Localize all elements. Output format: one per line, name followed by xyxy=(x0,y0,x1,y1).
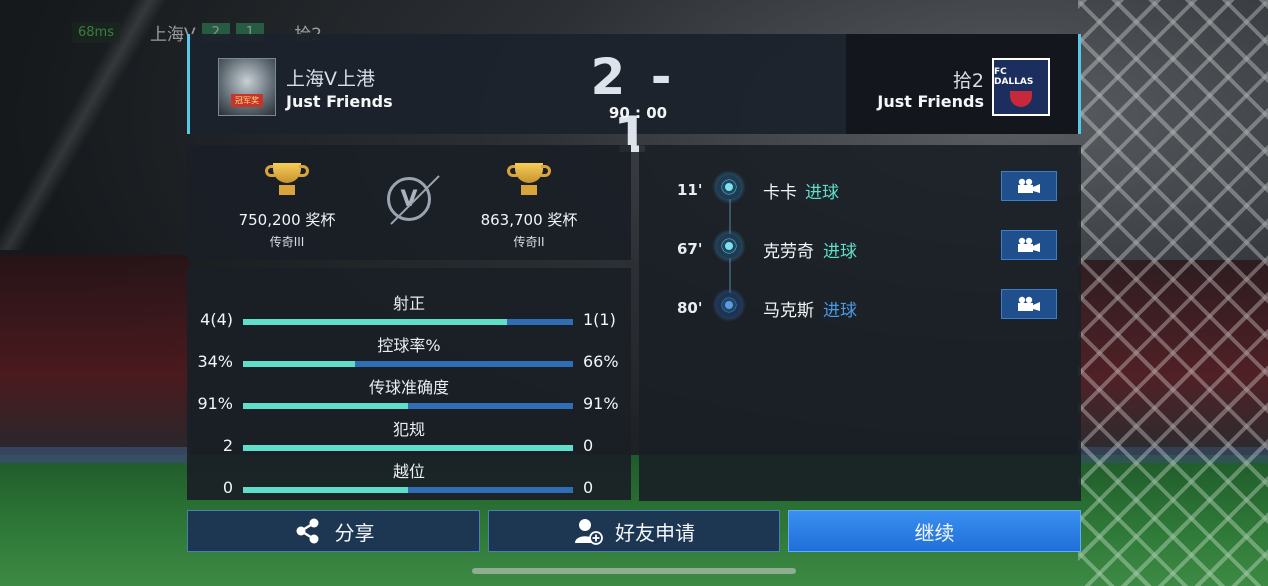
versus-icon: V xyxy=(387,177,431,221)
goal-ball-icon xyxy=(712,288,746,322)
stat-away-value: 66% xyxy=(583,352,619,371)
away-team-block: 拾2 Just Friends FC DALLAS xyxy=(846,34,1078,134)
stat-away-value: 1(1) xyxy=(583,310,616,329)
stat-row: 射正 4(4) 1(1) xyxy=(187,290,631,330)
friend-request-button[interactable]: 好友申请 xyxy=(488,510,780,552)
stat-bar xyxy=(243,361,573,367)
match-time: 90 : 00 xyxy=(608,104,668,122)
stat-row: 越位 0 0 xyxy=(187,458,631,498)
stat-away-value: 0 xyxy=(583,436,594,455)
add-friend-icon xyxy=(573,516,603,546)
event-type: 进球 xyxy=(805,183,839,203)
replay-video-button[interactable] xyxy=(1001,230,1057,260)
away-logo-text: FC DALLAS xyxy=(994,67,1034,87)
stat-bar-home-fill xyxy=(243,445,573,451)
background-goal-net xyxy=(1078,0,1268,586)
continue-button-label: 继续 xyxy=(914,520,955,545)
stat-row: 传球准确度 91% 91% xyxy=(187,374,631,414)
background-stands-left xyxy=(0,255,190,455)
ping-indicator: 68ms xyxy=(72,21,120,43)
away-rank: 传奇II xyxy=(513,235,545,249)
stat-label: 越位 xyxy=(392,462,425,481)
home-rank: 传奇III xyxy=(269,235,305,249)
match-events-panel: 11' 卡卡 进球 67' 克劳奇 进球 80' 马克斯 进球 xyxy=(639,145,1081,501)
stat-bar-home-fill xyxy=(243,403,408,409)
home-logo-badge: 冠军奖 xyxy=(231,94,263,107)
share-button[interactable]: 分享 xyxy=(187,510,480,552)
stat-row: 犯规 2 0 xyxy=(187,416,631,456)
home-trophy-count: 750,200 奖杯 xyxy=(238,211,336,229)
continue-button[interactable]: 继续 xyxy=(788,510,1081,552)
stat-label: 射正 xyxy=(392,294,425,313)
stat-label: 控球率% xyxy=(377,336,441,355)
video-camera-icon xyxy=(1018,296,1040,311)
away-trophy-count: 863,700 奖杯 xyxy=(480,211,578,229)
event-player: 马克斯 xyxy=(763,301,814,321)
stat-bar xyxy=(243,445,573,451)
trophy-icon xyxy=(265,163,309,197)
event-player: 克劳奇 xyxy=(763,242,814,262)
home-team-logo: 冠军奖 xyxy=(218,58,276,116)
stat-home-value: 91% xyxy=(197,394,233,413)
goal-ball-icon xyxy=(712,229,746,263)
stat-row: 控球率% 34% 66% xyxy=(187,332,631,372)
match-stats-panel: 射正 4(4) 1(1) 控球率% 34% 66% 传球准确度 91% 91% … xyxy=(187,268,631,500)
home-team-name: 上海V上港 xyxy=(286,68,375,90)
trophy-icon xyxy=(507,163,551,197)
share-icon xyxy=(293,516,323,546)
stat-home-value: 2 xyxy=(222,436,233,455)
event-row: 67' 克劳奇 进球 xyxy=(639,228,1081,268)
video-camera-icon xyxy=(1018,237,1040,252)
share-button-label: 分享 xyxy=(334,520,375,545)
stat-home-value: 34% xyxy=(197,352,233,371)
replay-video-button[interactable] xyxy=(1001,289,1057,319)
stat-bar xyxy=(243,487,573,493)
event-minute: 11' xyxy=(677,181,703,199)
event-minute: 67' xyxy=(677,240,703,258)
home-indicator-bar[interactable] xyxy=(472,568,796,574)
event-type: 进球 xyxy=(823,301,857,321)
background-ad-board-left xyxy=(0,447,190,463)
stat-home-value: 0 xyxy=(222,478,233,497)
goal-ball-icon xyxy=(712,170,746,204)
event-type: 进球 xyxy=(823,242,857,262)
stat-home-value: 4(4) xyxy=(200,310,233,329)
away-logo-shield xyxy=(1010,91,1032,107)
event-row: 80' 马克斯 进球 xyxy=(639,287,1081,327)
match-header: 冠军奖 上海V上港 Just Friends 2 - 1 90 : 00 拾2 … xyxy=(187,34,1081,164)
stat-away-value: 91% xyxy=(583,394,619,413)
stat-bar-home-fill xyxy=(243,487,408,493)
stat-bar xyxy=(243,403,573,409)
stat-label: 传球准确度 xyxy=(368,378,449,397)
home-team-subtitle: Just Friends xyxy=(286,92,393,111)
away-team-subtitle: Just Friends xyxy=(877,92,984,111)
trophy-panel: 750,200 奖杯 传奇III V 863,700 奖杯 传奇II xyxy=(187,145,631,260)
stat-bar xyxy=(243,319,573,325)
away-team-name: 拾2 xyxy=(952,70,984,92)
replay-video-button[interactable] xyxy=(1001,171,1057,201)
away-team-logo: FC DALLAS xyxy=(992,58,1050,116)
stat-bar-home-fill xyxy=(243,361,356,367)
stat-away-value: 0 xyxy=(583,478,594,497)
video-camera-icon xyxy=(1018,178,1040,193)
event-minute: 80' xyxy=(677,299,703,317)
stat-bar-home-fill xyxy=(243,319,507,325)
event-player: 卡卡 xyxy=(763,183,797,203)
stat-label: 犯规 xyxy=(392,420,425,439)
event-row: 11' 卡卡 进球 xyxy=(639,169,1081,209)
friend-request-label: 好友申请 xyxy=(615,520,695,545)
